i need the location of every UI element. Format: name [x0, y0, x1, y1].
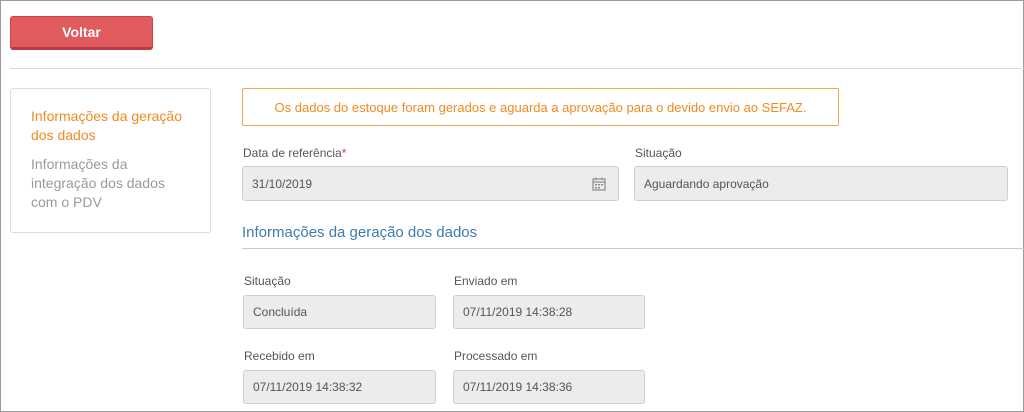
generation-situation-label: Situação: [244, 274, 291, 288]
back-button[interactable]: Voltar: [10, 16, 153, 50]
side-nav-item-integration-info[interactable]: Informações da integração dos dados com …: [31, 155, 190, 212]
calendar-icon[interactable]: [592, 177, 606, 191]
sent-at-label: Enviado em: [454, 274, 518, 288]
situation-value: Aguardando aprovação: [644, 176, 769, 191]
received-at-field[interactable]: 07/11/2019 14:38:32: [243, 370, 436, 404]
reference-date-field[interactable]: 31/10/2019: [242, 166, 619, 201]
processed-at-label: Processado em: [454, 349, 538, 363]
processed-at-value: 07/11/2019 14:38:36: [463, 380, 573, 394]
situation-field[interactable]: Aguardando aprovação: [634, 166, 1008, 201]
received-at-label: Recebido em: [244, 349, 315, 363]
section-divider: [242, 248, 1024, 249]
required-mark: *: [341, 146, 347, 160]
reference-date-label: Data de referência*: [243, 146, 347, 160]
sent-at-value: 07/11/2019 14:38:28: [463, 305, 573, 319]
side-nav: Informações da geração dos dados Informa…: [10, 88, 211, 233]
processed-at-field[interactable]: 07/11/2019 14:38:36: [453, 370, 645, 404]
side-nav-item-generation-info[interactable]: Informações da geração dos dados: [31, 107, 190, 145]
header-divider: [10, 68, 1024, 69]
alert-message: Os dados do estoque foram gerados e agua…: [274, 99, 807, 115]
reference-date-value: 31/10/2019: [252, 176, 313, 191]
situation-label: Situação: [635, 146, 682, 160]
section-title-generation: Informações da geração dos dados: [242, 224, 478, 241]
generation-situation-field[interactable]: Concluída: [243, 295, 436, 329]
sent-at-field[interactable]: 07/11/2019 14:38:28: [453, 295, 645, 329]
received-at-value: 07/11/2019 14:38:32: [253, 380, 363, 394]
generation-situation-value: Concluída: [253, 305, 308, 319]
status-alert: Os dados do estoque foram gerados e agua…: [242, 88, 839, 126]
